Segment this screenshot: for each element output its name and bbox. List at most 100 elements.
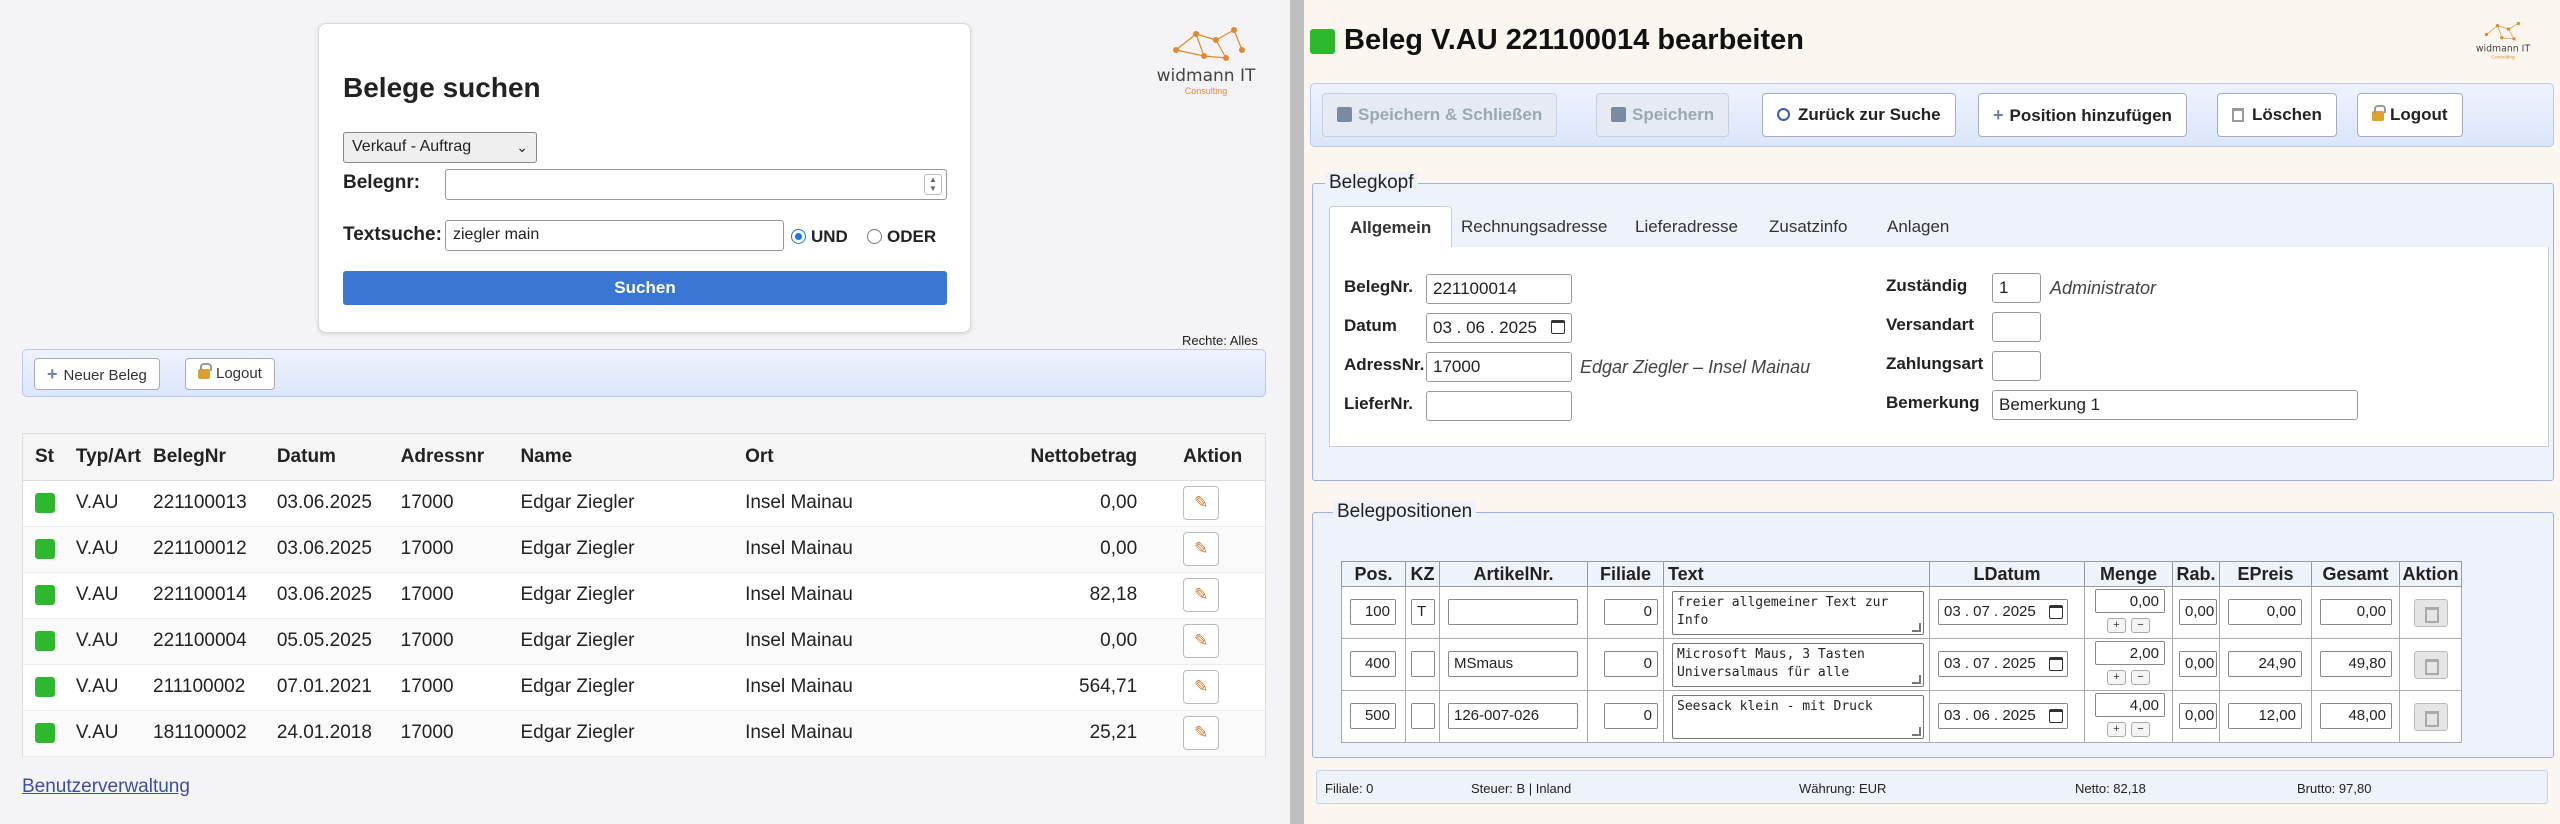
left-logout-button[interactable]: Logout [185, 358, 275, 390]
epreis-field[interactable]: 0,00 [2228, 599, 2302, 625]
table-row[interactable]: V.AU 181100002 24.01.2018 17000 Edgar Zi… [23, 710, 1265, 757]
resize-grip-icon[interactable] [1912, 623, 1921, 632]
position-row: 500 126-007-026 0 Seesack klein - mit Dr… [1341, 690, 2462, 743]
textsuche-input-value: ziegler main [453, 226, 540, 243]
artikel-field[interactable]: 126-007-026 [1448, 703, 1578, 729]
save-button[interactable]: Speichern [1596, 93, 1730, 137]
increase-qty-button[interactable]: + [2107, 670, 2126, 685]
calendar-icon[interactable] [2049, 709, 2063, 723]
resize-grip-icon[interactable] [1912, 727, 1921, 736]
delete-position-icon[interactable] [2414, 599, 2448, 627]
artikel-field[interactable]: MSmaus [1448, 651, 1578, 677]
menge-field[interactable]: 2,00 [2095, 641, 2165, 665]
liefernr-field[interactable] [1426, 391, 1572, 421]
cell-belegnr: 221100004 [141, 618, 265, 665]
ldatum-field[interactable]: 03 . 07 . 2025 [1938, 599, 2068, 625]
kz-field[interactable]: T [1411, 599, 1435, 625]
pos-field[interactable]: 400 [1350, 651, 1396, 677]
text-area[interactable]: Seesack klein - mit Druck [1672, 695, 1924, 739]
edit-pencil-icon[interactable]: ✎ [1183, 624, 1220, 658]
tab-rechnungsadresse[interactable]: Rechnungsadresse [1441, 206, 1627, 248]
logout-button[interactable]: Logout [2357, 93, 2463, 137]
menge-field[interactable]: 4,00 [2095, 693, 2165, 717]
edit-pencil-icon[interactable]: ✎ [1183, 486, 1220, 520]
radio-oder[interactable] [867, 229, 882, 244]
datum-value: 03 . 06 . 2025 [1433, 318, 1537, 337]
radio-und-label: UND [811, 227, 848, 246]
add-position-button[interactable]: + Position hinzufügen [1978, 93, 2187, 137]
text-area[interactable]: freier allgemeiner Text zur Info [1672, 591, 1924, 635]
decrease-qty-button[interactable]: − [2131, 670, 2150, 685]
increase-qty-button[interactable]: + [2107, 618, 2126, 633]
zustaendig-field[interactable]: 1 [1992, 273, 2041, 303]
rab-field[interactable]: 0,00 [2179, 703, 2217, 729]
col-datum: Datum [264, 434, 389, 481]
calendar-icon[interactable] [1551, 320, 1565, 334]
textsuche-input[interactable]: ziegler main [445, 220, 784, 251]
delete-button[interactable]: Löschen [2217, 93, 2337, 137]
save-close-button[interactable]: Speichern & Schließen [1322, 93, 1558, 137]
filiale-field[interactable]: 0 [1604, 651, 1658, 677]
kz-field[interactable] [1411, 651, 1435, 677]
table-row[interactable]: V.AU 221100012 03.06.2025 17000 Edgar Zi… [23, 526, 1265, 573]
plus-icon: + [47, 364, 58, 384]
cell-name: Edgar Ziegler [508, 572, 734, 619]
decrease-qty-button[interactable]: − [2131, 722, 2150, 737]
pane-divider[interactable] [1290, 0, 1304, 824]
zahlungsart-field[interactable] [1992, 351, 2041, 381]
tab-anlagen[interactable]: Anlagen [1867, 206, 1969, 248]
ldatum-field[interactable]: 03 . 06 . 2025 [1938, 703, 2068, 729]
pcol-gesamt: Gesamt [2311, 561, 2400, 587]
beleg-type-select[interactable]: Verkauf - Auftrag ⌄ [343, 132, 537, 163]
col-name: Name [508, 434, 734, 481]
adressnr-field[interactable]: 17000 [1426, 352, 1572, 382]
col-belegnr: BelegNr [141, 434, 265, 481]
kz-field[interactable] [1411, 703, 1435, 729]
edit-pencil-icon[interactable]: ✎ [1183, 670, 1220, 704]
user-admin-link[interactable]: Benutzerverwaltung [22, 776, 190, 798]
belegnr-input[interactable]: ▲ ▼ [445, 169, 947, 200]
back-to-search-button[interactable]: Zurück zur Suche [1762, 93, 1956, 137]
tab-allgemein[interactable]: Allgemein [1329, 206, 1453, 248]
edit-pencil-icon[interactable]: ✎ [1183, 532, 1220, 566]
new-beleg-button[interactable]: + Neuer Beleg [34, 358, 160, 390]
text-area-value: Seesack klein - mit Druck [1677, 699, 1873, 714]
rab-field[interactable]: 0,00 [2179, 599, 2217, 625]
results-table: St Typ/Art BelegNr Datum Adressnr Name O… [22, 433, 1266, 757]
table-row[interactable]: V.AU 221100013 03.06.2025 17000 Edgar Zi… [23, 480, 1265, 527]
calendar-icon[interactable] [2049, 605, 2063, 619]
delete-position-icon[interactable] [2414, 703, 2448, 731]
edit-pencil-icon[interactable]: ✎ [1183, 716, 1220, 750]
artikel-field[interactable] [1448, 599, 1578, 625]
increase-qty-button[interactable]: + [2107, 722, 2126, 737]
belegnr-field[interactable]: 221100014 [1426, 274, 1572, 304]
resize-grip-icon[interactable] [1912, 675, 1921, 684]
versandart-field[interactable] [1992, 312, 2041, 342]
table-row[interactable]: V.AU 221100014 03.06.2025 17000 Edgar Zi… [23, 572, 1265, 619]
epreis-field[interactable]: 24,90 [2228, 651, 2302, 677]
table-row[interactable]: V.AU 211100002 07.01.2021 17000 Edgar Zi… [23, 664, 1265, 711]
rab-field[interactable]: 0,00 [2179, 651, 2217, 677]
tab-lieferadresse[interactable]: Lieferadresse [1615, 206, 1758, 248]
tab-zusatzinfo[interactable]: Zusatzinfo [1749, 206, 1867, 248]
calendar-icon[interactable] [2049, 657, 2063, 671]
search-button[interactable]: Suchen [343, 271, 947, 305]
epreis-field[interactable]: 12,00 [2228, 703, 2302, 729]
cell-netto: 0,00 [971, 526, 1172, 573]
table-row[interactable]: V.AU 221100004 05.05.2025 17000 Edgar Zi… [23, 618, 1265, 665]
datum-field[interactable]: 03 . 06 . 2025 [1426, 313, 1572, 343]
number-spinner-icon[interactable]: ▲ ▼ [924, 174, 942, 195]
ldatum-field[interactable]: 03 . 07 . 2025 [1938, 651, 2068, 677]
decrease-qty-button[interactable]: − [2131, 618, 2150, 633]
pos-field[interactable]: 500 [1350, 703, 1396, 729]
filiale-field[interactable]: 0 [1604, 599, 1658, 625]
bemerkung-field[interactable]: Bemerkung 1 [1992, 390, 2358, 420]
delete-position-icon[interactable] [2414, 651, 2448, 679]
edit-pencil-icon[interactable]: ✎ [1183, 578, 1220, 612]
text-area[interactable]: Microsoft Maus, 3 Tasten Universalmaus f… [1672, 643, 1924, 687]
menge-field[interactable]: 0,00 [2095, 589, 2165, 613]
pos-field[interactable]: 100 [1350, 599, 1396, 625]
filiale-field[interactable]: 0 [1604, 703, 1658, 729]
liefernr-label: LieferNr. [1344, 394, 1413, 413]
radio-und[interactable] [791, 229, 806, 244]
